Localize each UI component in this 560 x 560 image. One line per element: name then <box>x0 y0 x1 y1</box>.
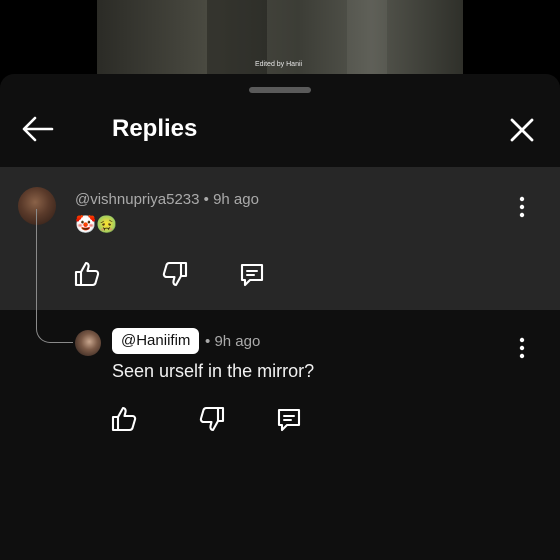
thumbs-down-icon <box>162 261 188 287</box>
comment-meta: @vishnupriya5233 • 9h ago <box>75 191 259 208</box>
page-title: Replies <box>112 115 198 142</box>
video-watermark: Edited by Hanii <box>255 61 303 68</box>
reply-meta: • 9h ago <box>205 333 260 350</box>
video-frame-highlight <box>347 0 387 74</box>
like-button[interactable] <box>110 405 138 433</box>
sheet-drag-handle[interactable] <box>249 87 311 93</box>
reply-time: 9h ago <box>214 333 261 350</box>
meta-separator: • <box>203 191 209 208</box>
reply-text: Seen urself in the mirror? <box>112 361 315 381</box>
close-button[interactable] <box>508 116 536 144</box>
reply-more-button[interactable] <box>518 336 526 360</box>
like-button[interactable] <box>73 260 101 288</box>
reply-author[interactable]: @Haniifim <box>112 328 200 354</box>
close-icon <box>510 118 534 142</box>
comment-text: 🤡🤢 <box>75 215 118 234</box>
reply-comment: @Haniifim • 9h ago Seen urself in the mi… <box>0 310 560 560</box>
comment-author[interactable]: @vishnupriya5233 <box>75 191 199 208</box>
comment-time: 9h ago <box>213 191 259 208</box>
comment-more-button[interactable] <box>518 195 526 219</box>
thumbs-up-icon <box>111 406 137 432</box>
parent-comment: @vishnupriya5233 • 9h ago 🤡🤢 <box>0 167 560 310</box>
dislike-button[interactable] <box>198 405 226 433</box>
reply-button[interactable] <box>275 406 303 434</box>
video-preview[interactable]: Edited by Hanii <box>97 0 463 74</box>
thumbs-down-icon <box>199 406 225 432</box>
more-vert-icon <box>519 337 525 359</box>
comment-icon <box>240 263 264 287</box>
thumbs-up-icon <box>74 261 100 287</box>
dislike-button[interactable] <box>161 260 189 288</box>
arrow-left-icon <box>22 116 54 142</box>
avatar[interactable] <box>75 330 101 356</box>
back-button[interactable] <box>20 114 56 144</box>
meta-separator: • <box>205 333 211 350</box>
reply-button[interactable] <box>238 261 266 289</box>
more-vert-icon <box>519 196 525 218</box>
comment-icon <box>277 408 301 432</box>
replies-sheet: Replies @vishnupriya5233 • 9h ago 🤡🤢 @Ha… <box>0 74 560 560</box>
